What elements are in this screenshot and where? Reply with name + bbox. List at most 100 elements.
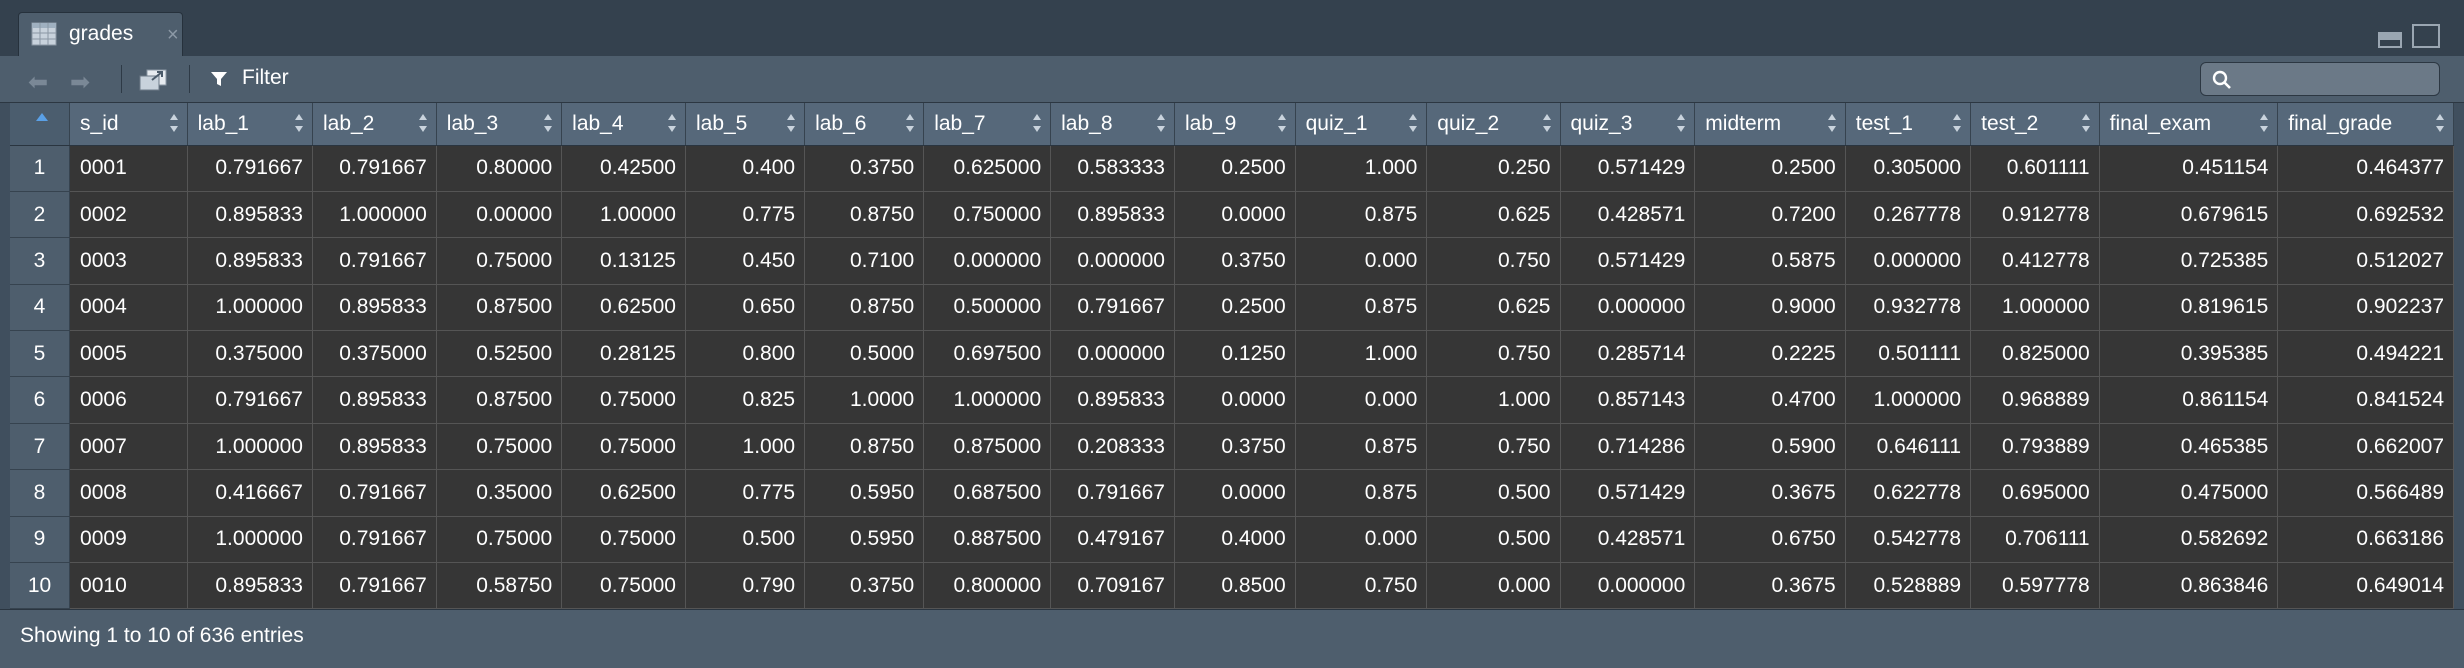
cell-test-1[interactable]: 0.267778	[1845, 191, 1972, 239]
column-header-lab-2[interactable]: lab_2	[312, 103, 437, 146]
cell-quiz-3[interactable]: 0.571429	[1560, 469, 1696, 517]
cell-lab-3[interactable]: 0.35000	[436, 469, 563, 517]
back-arrow-icon[interactable]: ⬅	[28, 68, 48, 97]
cell-s-id[interactable]: 0008	[69, 469, 188, 517]
cell-lab-7[interactable]: 1.000000	[923, 376, 1052, 424]
cell-lab-9[interactable]: 0.8500	[1174, 562, 1296, 609]
cell-lab-6[interactable]: 0.5950	[804, 469, 925, 517]
cell-s-id[interactable]: 0001	[69, 145, 188, 192]
cell-midterm[interactable]: 0.5900	[1694, 423, 1846, 471]
cell-test-2[interactable]: 0.706111	[1970, 516, 2100, 564]
cell-lab-8[interactable]: 0.895833	[1050, 376, 1175, 424]
cell-final-grade[interactable]: 0.566489	[2277, 469, 2454, 517]
cell-final-grade[interactable]: 0.494221	[2277, 330, 2454, 378]
cell-final-exam[interactable]: 0.395385	[2099, 330, 2279, 378]
cell-lab-1[interactable]: 0.375000	[187, 330, 313, 378]
cell-quiz-2[interactable]: 0.625	[1426, 191, 1561, 239]
cell-test-1[interactable]: 1.000000	[1845, 376, 1972, 424]
cell-lab-7[interactable]: 0.887500	[923, 516, 1052, 564]
column-header-midterm[interactable]: midterm	[1694, 103, 1846, 146]
column-header-lab-7[interactable]: lab_7	[923, 103, 1052, 146]
cell-lab-8[interactable]: 0.895833	[1050, 191, 1175, 239]
cell-test-2[interactable]: 0.912778	[1970, 191, 2100, 239]
cell-lab-9[interactable]: 0.0000	[1174, 191, 1296, 239]
cell-quiz-2[interactable]: 0.000	[1426, 562, 1561, 609]
column-header-lab-4[interactable]: lab_4	[561, 103, 686, 146]
cell-lab-2[interactable]: 0.791667	[312, 469, 437, 517]
cell-test-2[interactable]: 0.825000	[1970, 330, 2100, 378]
cell-quiz-1[interactable]: 0.000	[1295, 376, 1428, 424]
cell-final-exam[interactable]: 0.861154	[2099, 376, 2279, 424]
cell-lab-3[interactable]: 0.75000	[436, 423, 563, 471]
cell-lab-5[interactable]: 0.650	[685, 284, 806, 332]
cell-s-id[interactable]: 0007	[69, 423, 188, 471]
cell-lab-7[interactable]: 0.800000	[923, 562, 1052, 609]
cell-final-grade[interactable]: 0.841524	[2277, 376, 2454, 424]
cell-lab-6[interactable]: 0.5000	[804, 330, 925, 378]
cell-s-id[interactable]: 0010	[69, 562, 188, 609]
cell-final-grade[interactable]: 0.663186	[2277, 516, 2454, 564]
cell-lab-1[interactable]: 0.791667	[187, 145, 313, 192]
cell-s-id[interactable]: 0002	[69, 191, 188, 239]
cell-quiz-3[interactable]: 0.857143	[1560, 376, 1696, 424]
cell-lab-2[interactable]: 0.791667	[312, 516, 437, 564]
cell-lab-2[interactable]: 0.791667	[312, 145, 437, 192]
row-number-header[interactable]	[10, 103, 71, 146]
cell-lab-6[interactable]: 0.8750	[804, 284, 925, 332]
cell-lab-5[interactable]: 0.800	[685, 330, 806, 378]
cell-quiz-3[interactable]: 0.714286	[1560, 423, 1696, 471]
cell-lab-8[interactable]: 0.000000	[1050, 237, 1175, 285]
cell-lab-4[interactable]: 1.00000	[561, 191, 686, 239]
popout-window-icon[interactable]	[138, 68, 168, 92]
cell-lab-9[interactable]: 0.1250	[1174, 330, 1296, 378]
cell-lab-6[interactable]: 1.0000	[804, 376, 925, 424]
cell-test-2[interactable]: 0.695000	[1970, 469, 2100, 517]
cell-test-1[interactable]: 0.932778	[1845, 284, 1972, 332]
cell-lab-2[interactable]: 0.791667	[312, 237, 437, 285]
cell-lab-9[interactable]: 0.4000	[1174, 516, 1296, 564]
cell-lab-4[interactable]: 0.75000	[561, 562, 686, 609]
cell-lab-1[interactable]: 0.895833	[187, 191, 313, 239]
cell-quiz-3[interactable]: 0.000000	[1560, 562, 1696, 609]
column-header-test-2[interactable]: test_2	[1970, 103, 2100, 146]
cell-quiz-1[interactable]: 0.875	[1295, 191, 1428, 239]
cell-quiz-3[interactable]: 0.285714	[1560, 330, 1696, 378]
cell-lab-1[interactable]: 0.416667	[187, 469, 313, 517]
cell-lab-9[interactable]: 0.2500	[1174, 145, 1296, 192]
column-header-lab-1[interactable]: lab_1	[187, 103, 313, 146]
cell-quiz-1[interactable]: 0.875	[1295, 423, 1428, 471]
cell-quiz-3[interactable]: 0.000000	[1560, 284, 1696, 332]
cell-lab-9[interactable]: 0.2500	[1174, 284, 1296, 332]
cell-lab-8[interactable]: 0.000000	[1050, 330, 1175, 378]
cell-quiz-1[interactable]: 0.875	[1295, 284, 1428, 332]
column-header-lab-9[interactable]: lab_9	[1174, 103, 1296, 146]
cell-lab-3[interactable]: 0.00000	[436, 191, 563, 239]
cell-test-1[interactable]: 0.528889	[1845, 562, 1972, 609]
cell-final-grade[interactable]: 0.464377	[2277, 145, 2454, 192]
cell-lab-3[interactable]: 0.75000	[436, 516, 563, 564]
cell-quiz-3[interactable]: 0.428571	[1560, 516, 1696, 564]
cell-lab-7[interactable]: 0.625000	[923, 145, 1052, 192]
cell-s-id[interactable]: 0009	[69, 516, 188, 564]
cell-final-exam[interactable]: 0.725385	[2099, 237, 2279, 285]
cell-lab-1[interactable]: 0.895833	[187, 562, 313, 609]
close-icon[interactable]: ×	[167, 24, 179, 47]
cell-test-1[interactable]: 0.622778	[1845, 469, 1972, 517]
cell-test-2[interactable]: 1.000000	[1970, 284, 2100, 332]
cell-quiz-2[interactable]: 0.250	[1426, 145, 1561, 192]
column-header-s-id[interactable]: s_id	[69, 103, 188, 146]
cell-s-id[interactable]: 0003	[69, 237, 188, 285]
cell-lab-3[interactable]: 0.87500	[436, 376, 563, 424]
cell-lab-5[interactable]: 1.000	[685, 423, 806, 471]
column-header-final-exam[interactable]: final_exam	[2099, 103, 2279, 146]
cell-final-grade[interactable]: 0.512027	[2277, 237, 2454, 285]
cell-lab-6[interactable]: 0.8750	[804, 423, 925, 471]
cell-lab-2[interactable]: 0.895833	[312, 376, 437, 424]
cell-final-grade[interactable]: 0.692532	[2277, 191, 2454, 239]
cell-quiz-2[interactable]: 0.500	[1426, 516, 1561, 564]
cell-lab-5[interactable]: 0.790	[685, 562, 806, 609]
cell-lab-3[interactable]: 0.52500	[436, 330, 563, 378]
cell-quiz-1[interactable]: 0.875	[1295, 469, 1428, 517]
cell-midterm[interactable]: 0.5875	[1694, 237, 1846, 285]
cell-lab-5[interactable]: 0.825	[685, 376, 806, 424]
